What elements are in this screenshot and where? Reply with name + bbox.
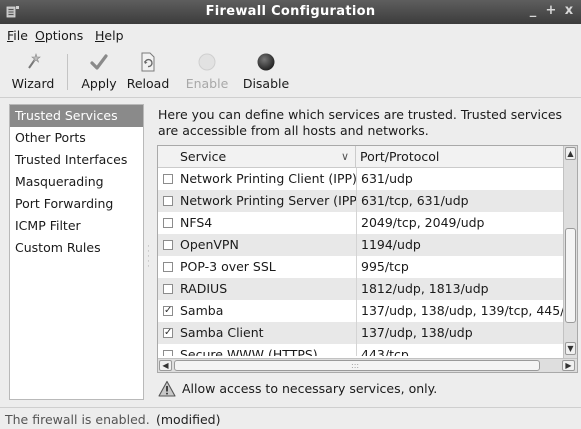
table-row[interactable]: Network Printing Server (IPP) 631/tcp, 6… — [158, 190, 563, 212]
service-name: Secure WWW (HTTPS) — [180, 347, 318, 356]
reload-document-icon — [141, 52, 155, 72]
service-checkbox[interactable] — [163, 240, 173, 250]
service-checkbox[interactable] — [163, 218, 173, 228]
pane-resize-handle[interactable]: · · · · · — [147, 243, 151, 275]
close-button[interactable]: x — [562, 4, 576, 18]
service-name: RADIUS — [180, 281, 228, 296]
vertical-scrollbar[interactable]: ▲ ▼ — [563, 146, 577, 358]
sidebar-item-trusted-interfaces[interactable]: Trusted Interfaces — [10, 149, 143, 171]
service-name: OpenVPN — [180, 237, 239, 252]
service-checkbox[interactable] — [163, 196, 173, 206]
enable-circle-icon — [198, 53, 216, 71]
menu-help[interactable]: Help — [95, 28, 124, 43]
service-checkbox[interactable] — [163, 350, 173, 356]
menu-bar: File Options Help — [0, 24, 581, 46]
service-checkbox-checked[interactable]: ✓ — [163, 328, 173, 338]
maximize-button[interactable]: + — [544, 4, 558, 18]
table-row[interactable]: ✓ Samba 137/udp, 138/udp, 139/tcp, 445/t… — [158, 300, 563, 322]
menu-options[interactable]: Options — [35, 28, 83, 43]
sidebar: Trusted Services Other Ports Trusted Int… — [9, 104, 144, 400]
wand-icon — [28, 53, 41, 69]
minimize-button[interactable]: _ — [526, 4, 540, 18]
sidebar-item-port-forwarding[interactable]: Port Forwarding — [10, 193, 143, 215]
service-port: 443/tcp — [356, 344, 563, 356]
chevron-down-icon: ∨ — [340, 150, 349, 163]
menu-file[interactable]: File — [7, 28, 28, 43]
warning-message: Allow access to necessary services, only… — [158, 378, 578, 400]
checkmark-icon — [90, 54, 108, 70]
status-modified: (modified) — [156, 412, 221, 427]
status-text: The firewall is enabled. — [5, 412, 150, 427]
service-checkbox[interactable] — [163, 174, 173, 184]
service-port: 1812/udp, 1813/udp — [356, 278, 563, 300]
service-port: 137/udp, 138/udp — [356, 322, 563, 344]
disable-circle-icon — [257, 53, 275, 71]
service-name: Network Printing Server (IPP) — [180, 193, 356, 208]
scroll-up-icon[interactable]: ▲ — [565, 147, 576, 160]
column-header-service[interactable]: Service ∨ — [176, 146, 356, 168]
service-checkbox[interactable] — [163, 284, 173, 294]
disable-label: Disable — [242, 76, 290, 91]
service-port: 2049/tcp, 2049/udp — [356, 212, 563, 234]
table-row[interactable]: POP-3 over SSL 995/tcp — [158, 256, 563, 278]
sidebar-item-trusted-services[interactable]: Trusted Services — [10, 105, 143, 127]
apply-label: Apply — [81, 76, 117, 91]
column-header-port[interactable]: Port/Protocol — [356, 146, 563, 168]
table-row[interactable]: Network Printing Client (IPP) 631/udp — [158, 168, 563, 190]
service-port: 631/tcp, 631/udp — [356, 190, 563, 212]
table-row[interactable]: RADIUS 1812/udp, 1813/udp — [158, 278, 563, 300]
enable-label: Enable — [185, 76, 229, 91]
reload-label: Reload — [126, 76, 170, 91]
window-title: Firewall Configuration — [205, 4, 376, 19]
disable-button[interactable]: Disable — [241, 46, 291, 96]
scroll-down-icon[interactable]: ▼ — [565, 342, 576, 355]
table-row[interactable]: OpenVPN 1194/udp — [158, 234, 563, 256]
service-port: 631/udp — [356, 168, 563, 190]
apply-button[interactable]: Apply — [78, 46, 120, 96]
wizard-label: Wizard — [11, 76, 55, 91]
service-name: NFS4 — [180, 215, 213, 230]
table-body: Network Printing Client (IPP) 631/udp Ne… — [158, 168, 563, 356]
scroll-right-icon[interactable]: ▶ — [562, 360, 575, 371]
toolbar-separator — [67, 54, 68, 90]
status-bar: The firewall is enabled. (modified) — [0, 407, 581, 429]
reload-button[interactable]: Reload — [124, 46, 172, 96]
description-text: Here you can define which services are t… — [158, 107, 563, 138]
service-name: POP-3 over SSL — [180, 259, 276, 274]
table-row[interactable]: ✓ Samba Client 137/udp, 138/udp — [158, 322, 563, 344]
service-checkbox-checked[interactable]: ✓ — [163, 306, 173, 316]
service-name: Samba Client — [180, 325, 264, 340]
service-port: 1194/udp — [356, 234, 563, 256]
scroll-left-icon[interactable]: ◀ — [159, 360, 172, 371]
service-port: 137/udp, 138/udp, 139/tcp, 445/tcp — [356, 300, 563, 322]
horizontal-scroll-thumb[interactable]: ::: — [174, 360, 540, 371]
horizontal-scrollbar[interactable]: ◀ ::: ▶ — [158, 358, 577, 372]
sidebar-item-custom-rules[interactable]: Custom Rules — [10, 237, 143, 259]
vertical-scroll-thumb[interactable] — [565, 228, 576, 323]
sidebar-item-masquerading[interactable]: Masquerading — [10, 171, 143, 193]
service-name: Samba — [180, 303, 224, 318]
warning-triangle-icon — [158, 380, 176, 397]
table-row[interactable]: NFS4 2049/tcp, 2049/udp — [158, 212, 563, 234]
service-checkbox[interactable] — [163, 262, 173, 272]
services-table: Service ∨ Port/Protocol Network Printing… — [157, 145, 578, 373]
toolbar: Wizard Apply Reload Enable Disable — [0, 46, 581, 98]
title-bar: Firewall Configuration _ + x — [0, 0, 581, 24]
sidebar-item-other-ports[interactable]: Other Ports — [10, 127, 143, 149]
enable-button[interactable]: Enable — [182, 46, 232, 96]
sidebar-item-icmp-filter[interactable]: ICMP Filter — [10, 215, 143, 237]
service-port: 995/tcp — [356, 256, 563, 278]
wizard-button[interactable]: Wizard — [10, 46, 56, 96]
table-header: Service ∨ Port/Protocol — [158, 146, 563, 168]
table-row[interactable]: Secure WWW (HTTPS) 443/tcp — [158, 344, 563, 356]
service-name: Network Printing Client (IPP) — [180, 171, 356, 186]
warning-text: Allow access to necessary services, only… — [182, 381, 438, 396]
